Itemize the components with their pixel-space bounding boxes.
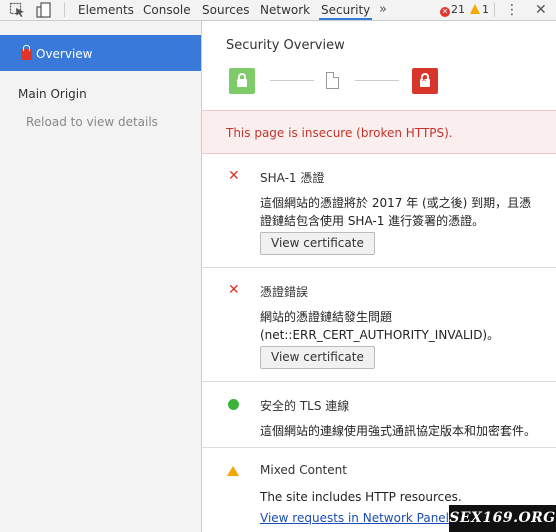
warning-triangle-icon — [227, 466, 239, 476]
insecure-message: This page is insecure (broken HTTPS). — [226, 126, 453, 140]
warning-count-badge[interactable]: 1 — [470, 3, 489, 17]
inspect-element-icon[interactable] — [9, 2, 27, 18]
view-requests-link[interactable]: View requests in Network Panel — [260, 511, 449, 525]
tab-sources[interactable]: Sources — [200, 0, 251, 20]
error-icon: ✕ — [440, 7, 450, 17]
section-description: The site includes HTTP resources. — [260, 490, 462, 504]
view-certificate-button[interactable]: View certificate — [260, 346, 375, 369]
section-title: 安全的 TLS 連線 — [260, 399, 350, 413]
warning-count: 1 — [482, 3, 489, 16]
main-origin-heading: Main Origin — [18, 87, 87, 101]
error-count: 21 — [451, 3, 465, 16]
section-title: SHA-1 憑證 — [260, 171, 325, 185]
tab-console[interactable]: Console — [141, 0, 193, 20]
customize-menu-icon[interactable]: ⋮ — [505, 0, 519, 20]
close-devtools-icon[interactable]: ✕ — [535, 0, 547, 20]
error-count-badge[interactable]: ✕ 21 — [440, 3, 465, 17]
security-sidebar: Overview Main Origin Reload to view deta… — [0, 21, 202, 532]
tab-security[interactable]: Security — [319, 0, 373, 20]
summary-connector — [270, 80, 314, 81]
section-description-line: (net::ERR_CERT_AUTHORITY_INVALID)。 — [260, 328, 500, 342]
tab-elements[interactable]: Elements — [76, 0, 136, 20]
insecure-banner: This page is insecure (broken HTTPS). — [202, 110, 556, 154]
section-description: 這個網站的憑證將於 2017 年 (或之後) 到期，且憑證鏈結包含使用 SHA-… — [260, 196, 532, 228]
error-x-icon: ✕ — [228, 282, 240, 298]
tab-network[interactable]: Network — [258, 0, 312, 20]
summary-connector — [355, 80, 399, 81]
reload-hint: Reload to view details — [26, 115, 158, 129]
section-title: 憑證錯誤 — [260, 285, 309, 299]
explanation-certificate-error: ✕ 憑證錯誤 網站的憑證鏈結發生問題 (net::ERR_CERT_AUTHOR… — [202, 268, 556, 382]
section-description: 網站的憑證鏈結發生問題 (net::ERR_CERT_AUTHORITY_INV… — [260, 308, 540, 344]
watermark: SEX169.ORG — [449, 505, 556, 532]
secure-dot-icon — [228, 399, 239, 410]
document-icon — [326, 72, 339, 89]
more-tabs-icon[interactable]: » — [379, 0, 387, 20]
broken-lock-icon — [412, 68, 438, 94]
page-title: Security Overview — [226, 38, 345, 53]
security-overview-panel: Security Overview This page is insecure … — [202, 21, 556, 532]
toolbar-separator — [494, 3, 495, 17]
section-title: Mixed Content — [260, 463, 347, 477]
explanation-sha1: ✕ SHA-1 憑證 這個網站的憑證將於 2017 年 (或之後) 到期，且憑證… — [202, 154, 556, 268]
device-toolbar-icon[interactable] — [35, 2, 53, 18]
insecure-lock-icon — [21, 45, 32, 60]
explanation-secure-tls: 安全的 TLS 連線 這個網站的連線使用強式通訊協定版本和加密套件。 — [202, 382, 556, 448]
devtools-toolbar: Elements Console Sources Network Securit… — [0, 0, 556, 21]
error-x-icon: ✕ — [228, 168, 240, 184]
section-description: 這個網站的連線使用強式通訊協定版本和加密套件。 — [260, 424, 537, 438]
secure-lock-icon — [229, 68, 255, 94]
view-certificate-button[interactable]: View certificate — [260, 232, 375, 255]
warning-icon — [470, 4, 480, 14]
section-description-line: 網站的憑證鏈結發生問題 — [260, 310, 393, 324]
sidebar-item-overview[interactable]: Overview — [0, 35, 201, 71]
sidebar-item-label: Overview — [36, 47, 93, 61]
toolbar-separator — [64, 3, 65, 17]
